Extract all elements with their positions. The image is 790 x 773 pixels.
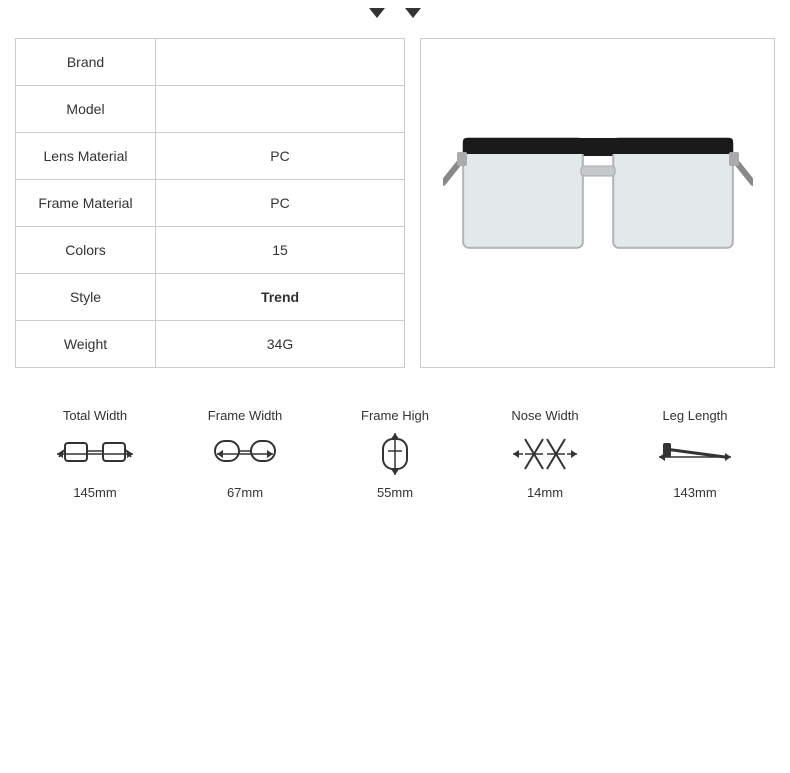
table-row: Lens MaterialPC — [16, 133, 405, 180]
measurement-item: Nose Width 14mm — [480, 408, 610, 500]
table-row: Brand — [16, 39, 405, 86]
measurement-item: Frame High 55mm — [330, 408, 460, 500]
table-value: 34G — [156, 321, 405, 368]
measurement-label: Frame High — [361, 408, 429, 423]
measurement-value: 145mm — [73, 485, 116, 500]
leg-length-icon — [655, 429, 735, 479]
frame-high-icon — [355, 429, 435, 479]
table-label: Style — [16, 274, 156, 321]
table-label: Colors — [16, 227, 156, 274]
table-label: Model — [16, 86, 156, 133]
measurement-label: Frame Width — [208, 408, 282, 423]
product-info-table: BrandModelLens MaterialPCFrame MaterialP… — [15, 38, 405, 368]
table-row: Weight34G — [16, 321, 405, 368]
table-label: Brand — [16, 39, 156, 86]
table-label: Frame Material — [16, 180, 156, 227]
table-row: Frame MaterialPC — [16, 180, 405, 227]
table-label: Weight — [16, 321, 156, 368]
measurement-item: Leg Length 143mm — [630, 408, 760, 500]
table-row: Model — [16, 86, 405, 133]
table-value: PC — [156, 180, 405, 227]
nose-width-icon — [505, 429, 585, 479]
table-value: 15 — [156, 227, 405, 274]
measurement-value: 14mm — [527, 485, 563, 500]
table-row: StyleTrend — [16, 274, 405, 321]
table-label: Lens Material — [16, 133, 156, 180]
table-value: PC — [156, 133, 405, 180]
measurement-value: 67mm — [227, 485, 263, 500]
right-triangle-icon — [405, 8, 421, 18]
measurement-label: Nose Width — [511, 408, 578, 423]
product-image — [443, 103, 753, 303]
measurement-label: Leg Length — [662, 408, 727, 423]
main-content: BrandModelLens MaterialPCFrame MaterialP… — [0, 28, 790, 378]
frame-width-icon — [205, 429, 285, 479]
product-info-header — [0, 0, 790, 28]
measurement-label: Total Width — [63, 408, 127, 423]
measurement-value: 55mm — [377, 485, 413, 500]
total-width-icon — [55, 429, 135, 479]
product-image-box — [420, 38, 775, 368]
table-value — [156, 39, 405, 86]
table-value: Trend — [156, 274, 405, 321]
measurement-value: 143mm — [673, 485, 716, 500]
left-triangle-icon — [369, 8, 385, 18]
measurement-item: Frame Width 67mm — [180, 408, 310, 500]
table-value — [156, 86, 405, 133]
measurements-section: Total Width 145mmFrame Width 67mmFrame H… — [0, 388, 790, 510]
measurement-item: Total Width 145mm — [30, 408, 160, 500]
table-row: Colors15 — [16, 227, 405, 274]
